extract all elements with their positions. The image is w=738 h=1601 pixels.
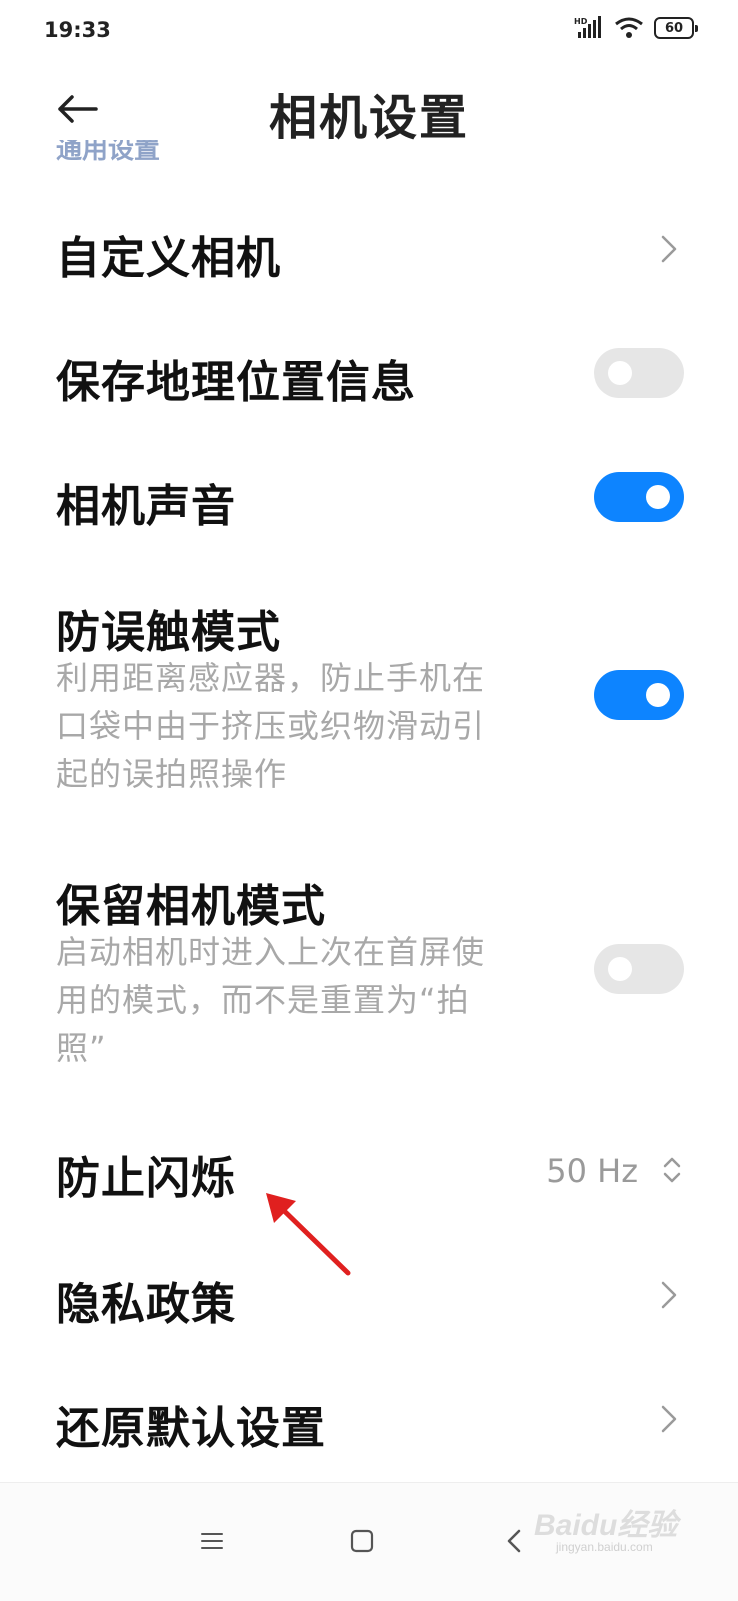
toggle-knob [608,957,632,981]
updown-chevron-icon [663,1157,681,1183]
back-triangle-icon [507,1529,521,1553]
svg-text:HD: HD [574,17,588,26]
nav-menu-button[interactable] [182,1511,242,1571]
battery-level: 60 [664,20,684,36]
watermark-text: Baidu经验 [534,1509,678,1542]
keep-mode-toggle[interactable] [594,944,684,994]
menu-icon [201,1533,223,1549]
save-location-toggle[interactable] [594,348,684,398]
desc-line: 口袋中由于挤压或织物滑动引 [56,707,486,745]
nav-home-button[interactable] [332,1511,392,1571]
signal-icon: HD [574,16,601,38]
watermark: Baidu经验 jingyan.baidu.com [534,1500,704,1560]
setting-title: 隐私政策 [56,1279,236,1330]
chevron-right-icon [661,1281,677,1309]
setting-custom-camera[interactable]: 自定义相机 [0,200,738,300]
camera-sound-toggle[interactable] [594,472,684,522]
setting-save-location[interactable]: 保存地理位置信息 [0,322,738,422]
desc-line: 照” [56,1029,107,1067]
setting-description: 启动相机时进入上次在首屏使 用的模式，而不是重置为“拍 照” [56,928,556,1072]
setting-anti-touch[interactable]: 防误触模式 利用距离感应器，防止手机在 口袋中由于挤压或织物滑动引 起的误拍照操… [0,590,738,810]
setting-title: 防误触模式 [56,607,281,658]
desc-line: 利用距离感应器，防止手机在 [56,659,486,697]
status-bar: 19:33 HD 60 [0,0,738,66]
anti-touch-toggle[interactable] [594,670,684,720]
setting-title: 相机声音 [56,481,236,532]
setting-anti-flicker[interactable]: 防止闪烁 50 Hz [0,1120,738,1220]
setting-description: 利用距离感应器，防止手机在 口袋中由于挤压或织物滑动引 起的误拍照操作 [56,654,556,798]
wifi-icon [615,17,643,38]
setting-restore-defaults[interactable]: 还原默认设置 [0,1370,738,1470]
anti-flicker-value: 50 Hz [546,1152,638,1190]
toggle-knob [608,361,632,385]
chevron-right-icon [661,235,677,263]
section-header-label: 通用设置 [56,140,161,164]
setting-title: 自定义相机 [56,233,281,284]
annotation-arrow-icon [266,1193,351,1276]
setting-privacy-policy[interactable]: 隐私政策 [0,1246,738,1346]
status-icons: HD 60 [574,16,698,40]
battery-icon: 60 [654,17,698,39]
watermark-sub: jingyan.baidu.com [556,1540,653,1554]
setting-title: 保存地理位置信息 [56,357,416,408]
setting-title: 保留相机模式 [56,881,326,932]
desc-line: 起的误拍照操作 [56,755,288,793]
setting-title: 还原默认设置 [56,1403,326,1454]
desc-line: 用的模式，而不是重置为“拍 [56,981,470,1019]
toggle-knob [646,683,670,707]
toggle-knob [646,485,670,509]
home-square-icon [350,1529,374,1553]
section-header: 通用设置 [56,140,160,164]
page-title: 相机设置 [268,90,469,146]
setting-title: 防止闪烁 [56,1153,236,1204]
setting-keep-mode[interactable]: 保留相机模式 启动相机时进入上次在首屏使 用的模式，而不是重置为“拍 照” [0,866,738,1086]
desc-line: 启动相机时进入上次在首屏使 [56,933,486,971]
status-time: 19:33 [44,18,111,42]
setting-camera-sound[interactable]: 相机声音 [0,446,738,546]
chevron-right-icon [661,1405,677,1433]
